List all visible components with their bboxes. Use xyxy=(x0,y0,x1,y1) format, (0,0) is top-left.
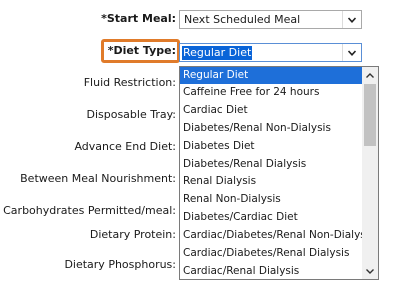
advance-end-diet-label: Advance End Diet: xyxy=(74,140,176,153)
diet-option[interactable]: Regular Diet xyxy=(180,67,363,84)
diet-option[interactable]: Diabetes/Renal Dialysis xyxy=(180,156,363,173)
diet-option[interactable]: Renal Dialysis xyxy=(180,173,363,190)
start-meal-select[interactable]: Next Scheduled Meal xyxy=(179,10,362,29)
fluid-restriction-label: Fluid Restriction: xyxy=(83,76,176,89)
disposable-tray-label: Disposable Tray: xyxy=(86,108,176,121)
chevron-down-icon[interactable] xyxy=(342,44,361,61)
diet-option[interactable]: Diabetes/Renal Non-Dialysis xyxy=(180,120,363,137)
diet-type-dropdown-list[interactable]: Regular Diet Caffeine Free for 24 hours … xyxy=(179,66,379,280)
diet-type-highlight xyxy=(101,39,180,63)
scrollbar-thumb[interactable] xyxy=(364,84,376,146)
dropdown-scrollbar[interactable] xyxy=(362,67,378,279)
diet-option[interactable]: Diabetes Diet xyxy=(180,138,363,155)
dietary-protein-label: Dietary Protein: xyxy=(89,228,176,241)
carbohydrates-permitted-label: Carbohydrates Permitted/meal: xyxy=(3,204,176,217)
scroll-up-arrow-icon[interactable] xyxy=(362,67,378,83)
diet-option[interactable]: Renal Non-Dialysis xyxy=(180,191,363,208)
between-meal-nourishment-label: Between Meal Nourishment: xyxy=(20,172,176,185)
diet-option[interactable]: Cardiac/Renal Dialysis xyxy=(180,263,363,279)
diet-option[interactable]: Cardiac/Diabetes/Renal Non-Dialysis xyxy=(180,227,363,244)
diet-option[interactable]: Diabetes/Cardiac Diet xyxy=(180,209,363,226)
start-meal-label: *Start Meal: xyxy=(101,12,176,25)
dietary-phosphorus-label: Dietary Phosphorus: xyxy=(64,258,176,271)
diet-option[interactable]: Cardiac/Diabetes/Renal Dialysis xyxy=(180,245,363,262)
chevron-down-icon[interactable] xyxy=(342,11,361,28)
diet-type-select[interactable]: Regular Diet xyxy=(179,43,362,62)
diet-option[interactable]: Cardiac Diet xyxy=(180,102,363,119)
diet-option[interactable]: Caffeine Free for 24 hours xyxy=(180,84,363,101)
scroll-down-arrow-icon[interactable] xyxy=(362,263,378,279)
diet-type-value: Regular Diet xyxy=(182,46,253,60)
start-meal-value: Next Scheduled Meal xyxy=(184,13,301,26)
